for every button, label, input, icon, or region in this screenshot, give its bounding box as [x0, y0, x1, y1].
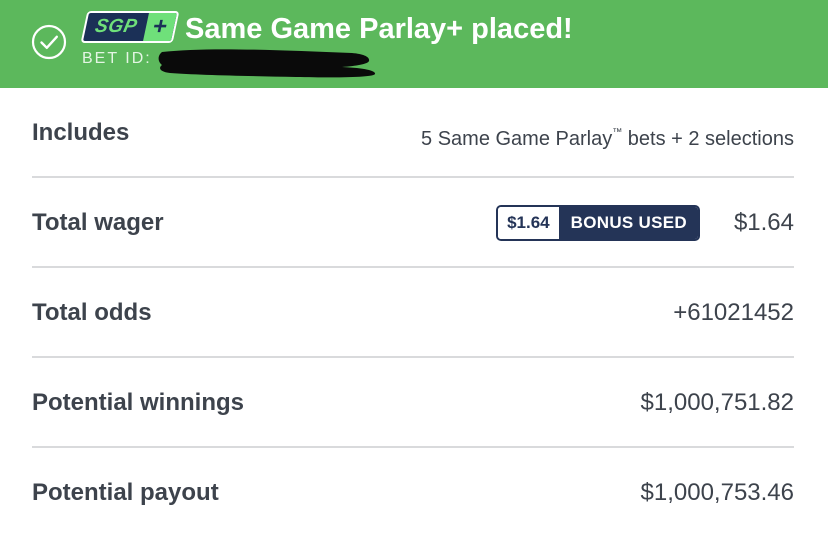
total-odds-value: +61021452: [673, 299, 794, 326]
sgp-badge-text: SGP: [93, 16, 140, 37]
total-wager-row: Total wager $1.64 BONUS USED $1.64: [32, 178, 794, 268]
check-circle-icon: [31, 24, 67, 60]
bet-id-label: BET ID:: [82, 50, 152, 67]
includes-value-suffix: bets + 2 selections: [622, 128, 794, 150]
potential-winnings-row: Potential winnings $1,000,751.82: [32, 358, 794, 448]
total-wager-label: Total wager: [32, 209, 164, 236]
includes-value: 5 Same Game Parlay™ bets + 2 selections: [421, 88, 794, 184]
banner-title: Same Game Parlay+ placed!: [185, 13, 573, 45]
bonus-used-label: BONUS USED: [558, 207, 698, 239]
includes-label: Includes: [32, 119, 130, 146]
trademark-symbol: ™: [612, 127, 623, 138]
includes-value-prefix: 5 Same Game Parlay: [421, 128, 613, 150]
bet-id-redaction: [158, 49, 376, 78]
total-odds-row: Total odds +61021452: [32, 268, 794, 358]
bonus-used-badge: $1.64 BONUS USED: [496, 205, 700, 241]
sgp-badge-plus: +: [143, 13, 177, 41]
total-wager-value: $1.64: [733, 209, 794, 236]
potential-payout-value: $1,000,753.46: [640, 479, 794, 506]
includes-row: Includes 5 Same Game Parlay™ bets + 2 se…: [32, 88, 794, 178]
potential-payout-label: Potential payout: [32, 479, 219, 506]
confirmation-banner: SGP + Same Game Parlay+ placed! BET ID:: [0, 0, 828, 88]
total-odds-label: Total odds: [32, 299, 152, 326]
sgp-plus-badge: SGP +: [80, 11, 180, 43]
potential-winnings-value: $1,000,751.82: [640, 389, 794, 416]
bonus-amount: $1.64: [498, 207, 559, 239]
potential-winnings-label: Potential winnings: [32, 389, 245, 416]
potential-payout-row: Potential payout $1,000,753.46: [32, 448, 794, 538]
